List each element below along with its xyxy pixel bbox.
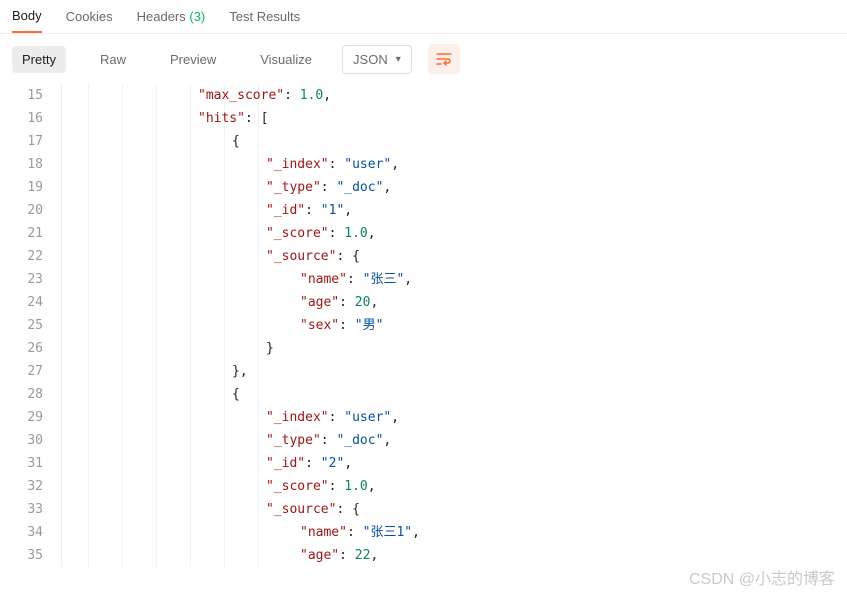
line-number: 23 xyxy=(0,268,43,291)
view-pretty-button[interactable]: Pretty xyxy=(12,46,66,73)
line-number: 29 xyxy=(0,406,43,429)
tab-headers-label: Headers xyxy=(137,9,186,24)
wrap-icon xyxy=(436,52,452,66)
headers-count: (3) xyxy=(189,9,205,24)
line-number: 22 xyxy=(0,245,43,268)
code-content[interactable]: "max_score": 1.0, "hits": [ { "_index": … xyxy=(62,84,847,567)
line-number: 18 xyxy=(0,153,43,176)
chevron-down-icon: ▾ xyxy=(396,54,401,65)
line-number: 32 xyxy=(0,475,43,498)
view-preview-button[interactable]: Preview xyxy=(160,46,226,73)
tab-cookies[interactable]: Cookies xyxy=(66,9,113,32)
line-number: 19 xyxy=(0,176,43,199)
format-dropdown[interactable]: JSON ▾ xyxy=(342,45,412,74)
line-number: 17 xyxy=(0,130,43,153)
line-number: 35 xyxy=(0,544,43,567)
line-number: 27 xyxy=(0,360,43,383)
response-tabs: Body Cookies Headers (3) Test Results xyxy=(0,0,847,34)
tab-body[interactable]: Body xyxy=(12,8,42,33)
line-number: 26 xyxy=(0,337,43,360)
line-number: 21 xyxy=(0,222,43,245)
line-number: 16 xyxy=(0,107,43,130)
line-number: 20 xyxy=(0,199,43,222)
view-visualize-button[interactable]: Visualize xyxy=(250,46,322,73)
line-number: 30 xyxy=(0,429,43,452)
line-number: 24 xyxy=(0,291,43,314)
format-label: JSON xyxy=(353,52,388,67)
line-number: 33 xyxy=(0,498,43,521)
line-number: 25 xyxy=(0,314,43,337)
line-gutter: 1516171819202122232425262728293031323334… xyxy=(0,84,62,567)
line-number: 28 xyxy=(0,383,43,406)
tab-headers[interactable]: Headers (3) xyxy=(137,9,206,32)
line-number: 34 xyxy=(0,521,43,544)
tab-test-results[interactable]: Test Results xyxy=(229,9,300,32)
line-number: 31 xyxy=(0,452,43,475)
view-raw-button[interactable]: Raw xyxy=(90,46,136,73)
view-mode-segment: Pretty Raw Preview Visualize xyxy=(12,46,322,73)
code-viewer: 1516171819202122232425262728293031323334… xyxy=(0,84,847,567)
wrap-lines-button[interactable] xyxy=(428,44,460,74)
response-toolbar: Pretty Raw Preview Visualize JSON ▾ xyxy=(0,34,847,84)
watermark: CSDN @小志的博客 xyxy=(689,565,835,589)
line-number: 15 xyxy=(0,84,43,107)
